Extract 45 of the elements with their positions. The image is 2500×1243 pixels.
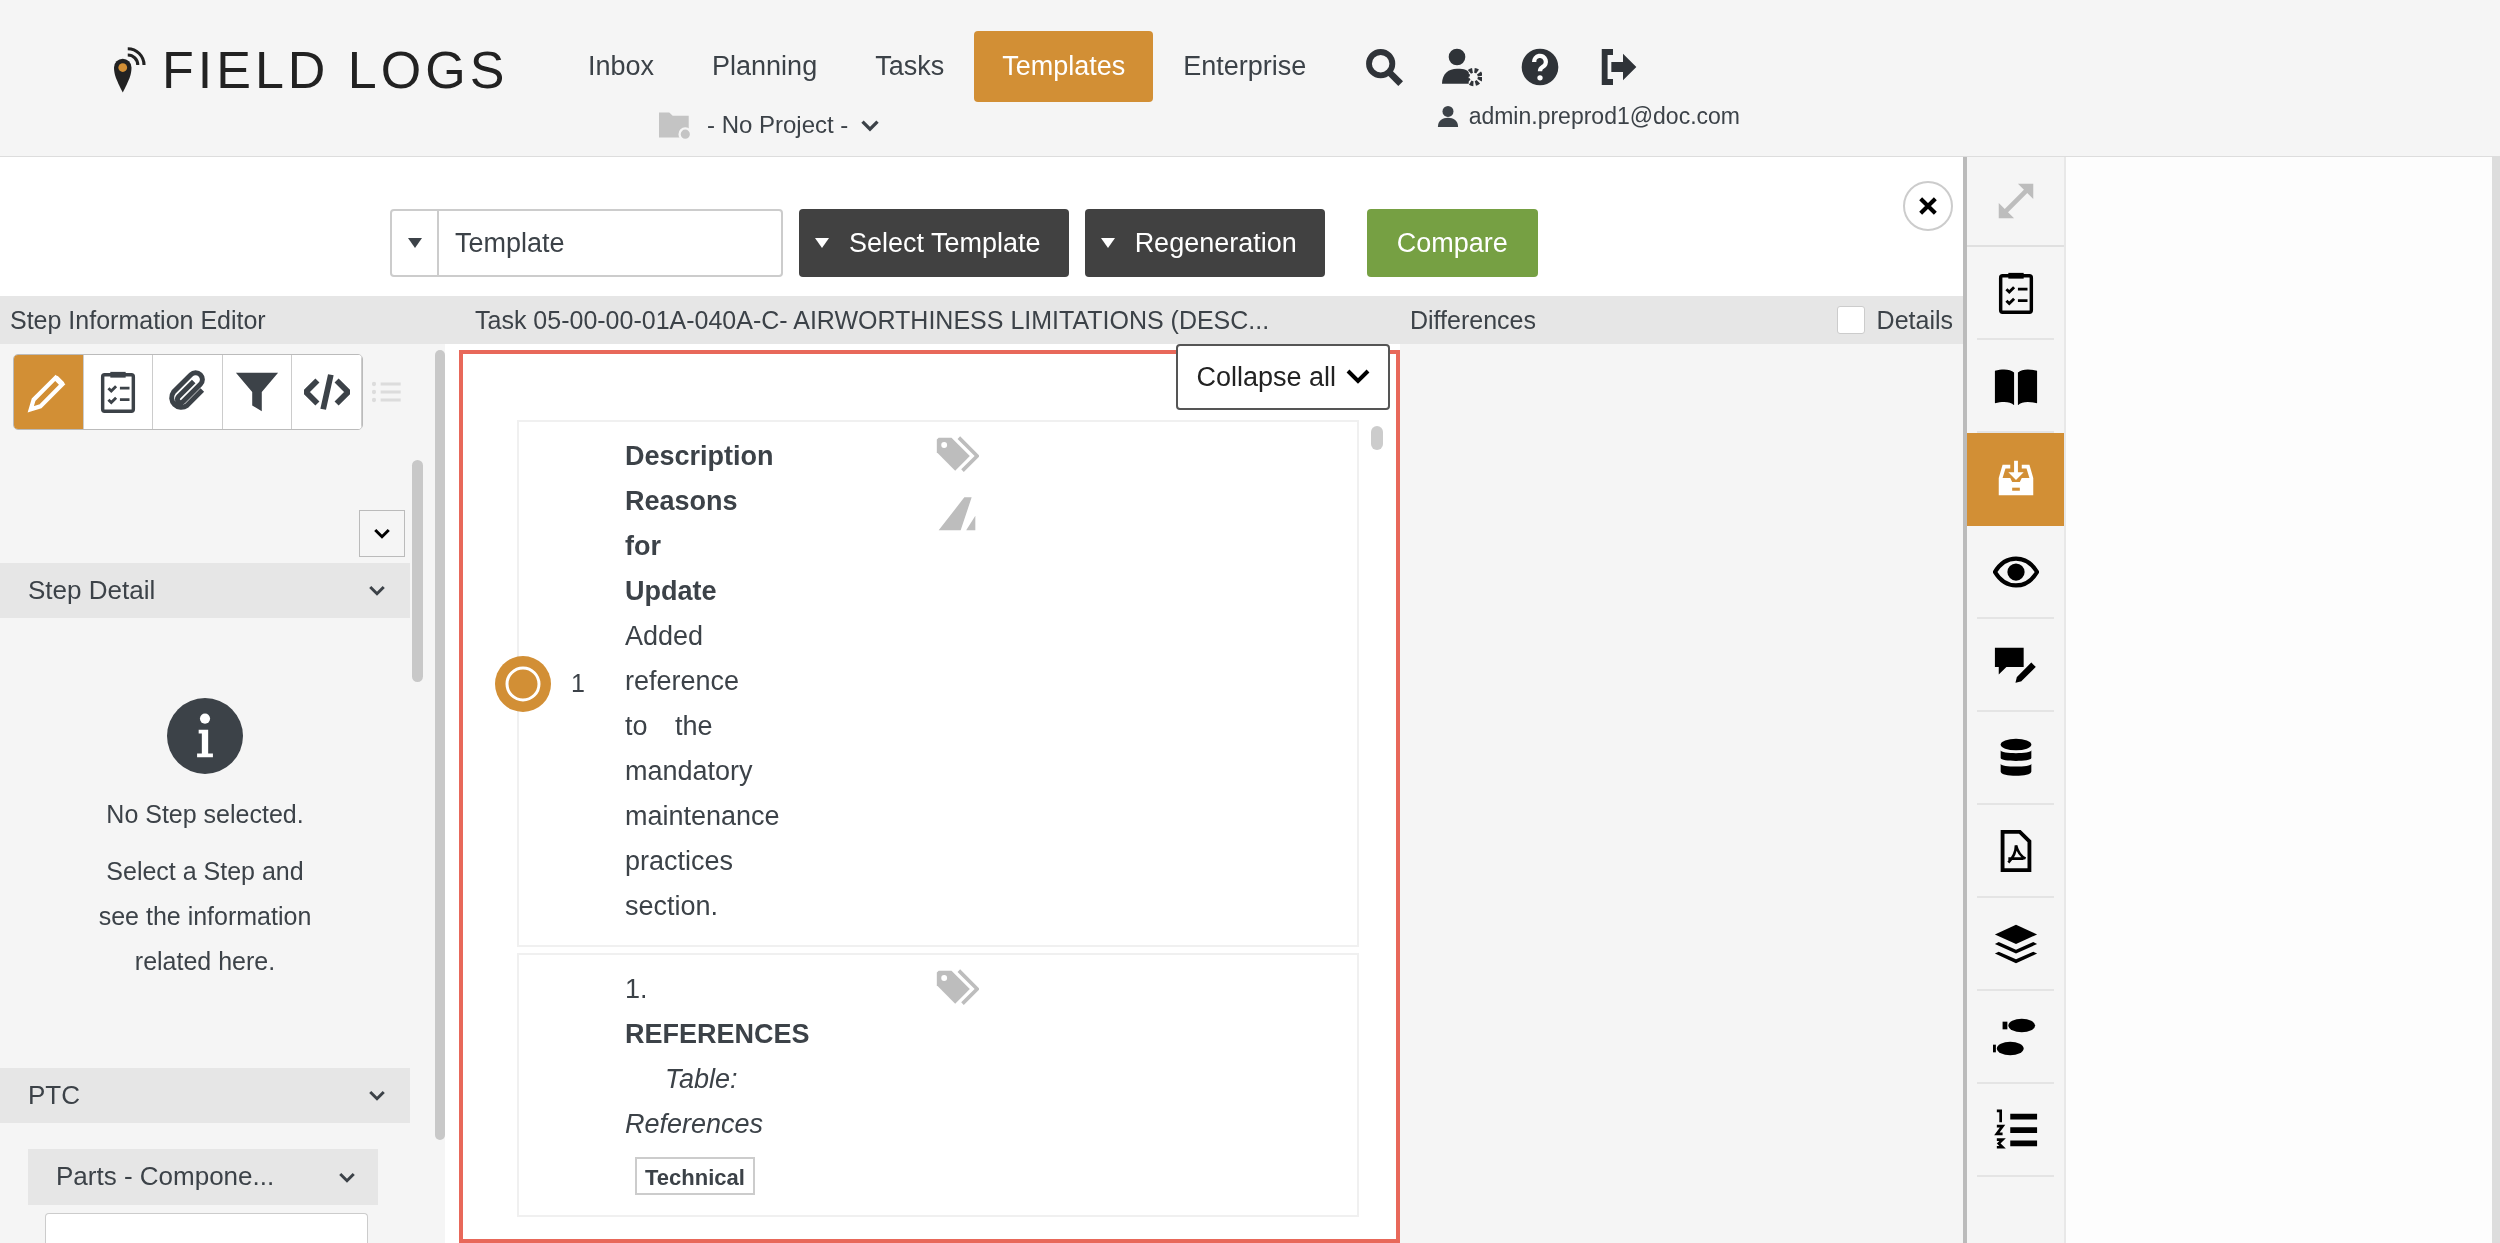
info-icon (167, 697, 243, 774)
collapse-all-button[interactable]: Collapse all (1176, 344, 1390, 410)
caret-icon (815, 238, 829, 248)
step-status-icon[interactable] (495, 655, 551, 712)
caret-icon (1100, 238, 1115, 248)
panel-title: Step Information Editor (9, 305, 267, 335)
step-text: Added reference to the mandatory maintenance practices section. (625, 620, 781, 923)
table-header-cell: Technical (635, 1157, 755, 1195)
caret-icon (407, 238, 422, 248)
input-field[interactable] (45, 1212, 368, 1243)
dropdown-button[interactable]: Regeneration (1084, 209, 1325, 277)
help-icon[interactable] (1520, 46, 1561, 87)
panel-title: Task 05-00-00-01A-040A-C- AIRWORTHINESS LIMITATIONS (DESC... (474, 305, 1271, 335)
step-heading: Description Reasons for Update (625, 440, 775, 608)
collapse-toggle[interactable] (359, 510, 405, 557)
parts-dropdown[interactable]: Parts - Compone... (28, 1148, 378, 1205)
dropdown-button[interactable]: Select Template (799, 209, 1069, 277)
step-number: 1 (571, 669, 585, 698)
logo-text: FIELD LOGS (162, 40, 509, 100)
section-header[interactable]: Step Detail (0, 562, 410, 618)
scrollbar[interactable] (1371, 426, 1383, 450)
template-field[interactable]: Template (390, 209, 783, 277)
chevron-down-icon (1346, 368, 1370, 386)
step-title: 1. (625, 973, 649, 1006)
details-checkbox[interactable] (1836, 306, 1865, 334)
nav-tab[interactable]: Enterprise (1155, 31, 1335, 102)
panel-title: Differences (1410, 305, 1536, 335)
search-icon[interactable] (1364, 46, 1405, 87)
close-icon (1917, 195, 1939, 217)
empty-state-title: No Step selected. (106, 799, 304, 829)
user-gear-icon[interactable] (1442, 46, 1483, 87)
nav-tab[interactable]: Inbox (560, 31, 683, 102)
step-heading: REFERENCES (625, 1018, 810, 1051)
user-icon (1436, 104, 1459, 128)
nav-tab[interactable]: Tasks (847, 31, 973, 102)
project-selector[interactable]: - No Project - (707, 111, 849, 139)
scrollbar[interactable] (412, 460, 423, 682)
section-header[interactable]: PTC (0, 1068, 410, 1123)
nav-tab[interactable]: Planning (684, 31, 846, 102)
empty-state-text: Select a Step and see the information related here. (97, 855, 313, 977)
close-button[interactable] (1903, 181, 1953, 231)
user-email: admin.preprod1@doc.com (1468, 102, 1740, 130)
scrollbar[interactable] (434, 350, 445, 1140)
table-caption: Table: References (625, 1063, 765, 1141)
details-label: Details (1876, 305, 1953, 335)
